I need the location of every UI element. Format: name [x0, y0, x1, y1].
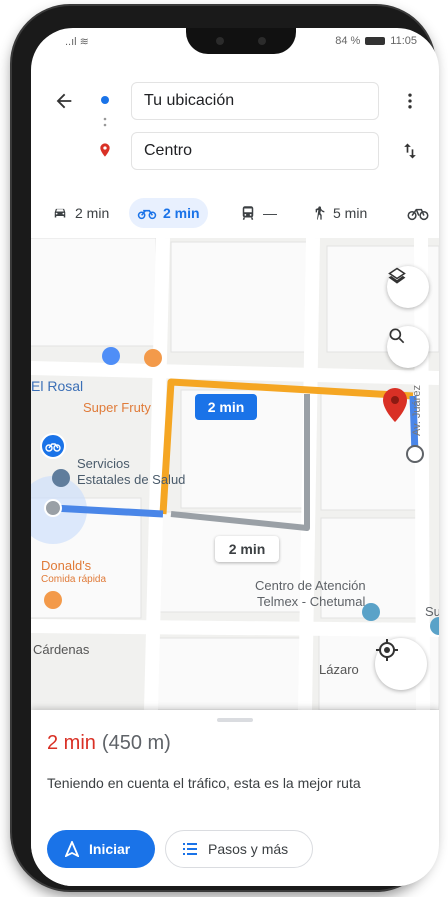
street-cardenas: Cárdenas: [33, 642, 90, 657]
more-vert-icon: [408, 93, 412, 109]
destination-text: Centro: [144, 142, 193, 159]
route-duration-bubble[interactable]: 2 min: [195, 394, 257, 420]
start-navigation-button[interactable]: Iniciar: [47, 830, 155, 868]
steps-and-more-button[interactable]: Pasos y más: [165, 830, 313, 868]
map-view[interactable]: El Rosal Super Fruty Servicios Estatales…: [31, 238, 439, 710]
mode-motorcycle[interactable]: 2 min: [129, 198, 208, 228]
layers-button[interactable]: [387, 266, 429, 308]
layers-icon: [388, 267, 406, 284]
mode-car[interactable]: 2 min: [43, 198, 117, 228]
route-summary-sheet[interactable]: 2 min (450 m) Teniendo en cuenta el tráf…: [31, 710, 439, 886]
mode-transit-label: —: [263, 205, 277, 221]
sheet-handle[interactable]: [217, 718, 253, 722]
camera-notch: [186, 28, 296, 54]
more-options-button[interactable]: [395, 86, 425, 116]
navigation-arrow-icon: [65, 841, 79, 857]
place-servicios[interactable]: Servicios: [77, 456, 130, 471]
battery-icon: [365, 37, 386, 45]
place-super-fruty[interactable]: Super Fruty: [83, 400, 151, 415]
mode-transit[interactable]: —: [231, 198, 285, 228]
mode-bike[interactable]: [399, 198, 437, 228]
mode-walk[interactable]: 5 min: [303, 198, 375, 228]
my-location-icon: [376, 639, 398, 661]
destination-input[interactable]: Centro: [131, 132, 379, 170]
place-estatales[interactable]: Estatales de Salud: [77, 472, 185, 487]
swap-button[interactable]: [395, 136, 425, 166]
bike-icon: [407, 208, 429, 221]
signal-indicator: ..ıl ≋: [65, 36, 89, 48]
phone-frame: ..ıl ≋ 84 % 11:05 Tu ubicación Centro 2 …: [12, 6, 439, 890]
swap-vert-icon: [404, 143, 416, 159]
my-location-button[interactable]: [375, 638, 427, 690]
motorcycle-icon: [137, 209, 157, 220]
origin-text: Tu ubicación: [144, 92, 235, 109]
map-search-button[interactable]: [387, 326, 429, 368]
car-icon: [54, 208, 66, 218]
place-telmex[interactable]: Telmex - Chetumal: [257, 594, 365, 609]
clock: 11:05: [390, 35, 417, 47]
place-donalds-category: Comida rápida: [41, 574, 107, 585]
list-icon: [183, 843, 197, 855]
place-centro-atencion[interactable]: Centro de Atención: [255, 578, 366, 593]
travel-mode-bar: 2 min 2 min — 5 min: [31, 194, 439, 234]
arrow-back-icon: [56, 93, 72, 109]
place-su[interactable]: Su: [425, 604, 439, 619]
route-distance: (450 m): [101, 732, 171, 754]
route-description: Teniendo en cuenta el tráfico, esta es l…: [47, 775, 361, 791]
mode-motorcycle-label: 2 min: [163, 205, 200, 221]
destination-pin-icon: [95, 140, 115, 160]
origin-dot-icon: [97, 92, 113, 108]
mode-car-label: 2 min: [75, 205, 110, 221]
screen: ..ıl ≋ 84 % 11:05 Tu ubicación Centro 2 …: [31, 28, 439, 886]
walk-icon: [315, 206, 325, 220]
search-icon: [389, 328, 405, 344]
mode-walk-label: 5 min: [333, 205, 368, 221]
route-time: 2 min: [47, 732, 96, 754]
transit-icon: [242, 206, 254, 220]
street-av-juarez: Av. Juárez: [411, 385, 423, 436]
origin-input[interactable]: Tu ubicación: [131, 82, 379, 120]
place-el-rosal[interactable]: El Rosal: [31, 378, 83, 394]
alt-route-duration-bubble[interactable]: 2 min: [215, 536, 279, 562]
route-dots-icon: [101, 114, 109, 134]
battery-percent: 84 %: [335, 35, 361, 47]
route-end-marker: [406, 445, 424, 463]
back-button[interactable]: [49, 86, 79, 116]
street-lazaro: Lázaro: [319, 662, 359, 677]
route-start-marker: [44, 499, 62, 517]
place-donalds[interactable]: Donald's: [41, 558, 91, 573]
